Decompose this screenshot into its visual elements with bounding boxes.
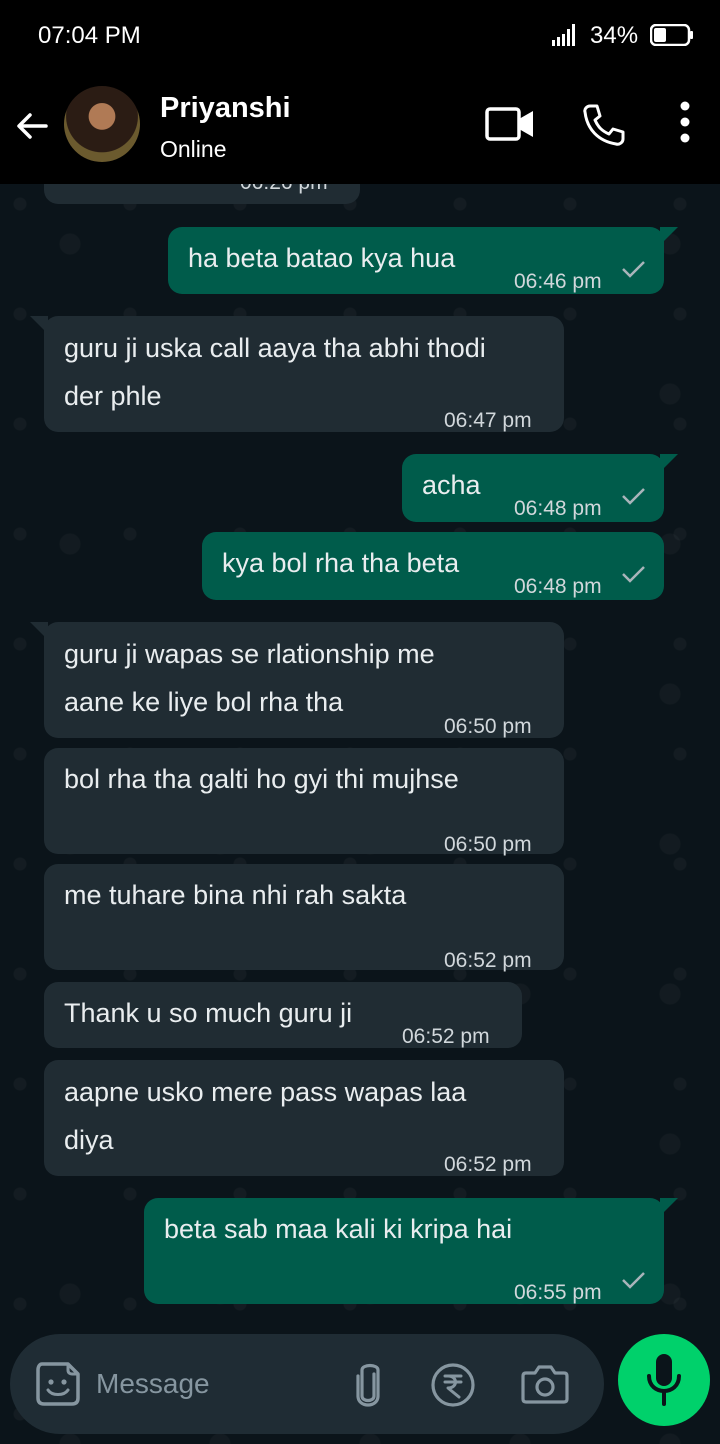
message-time: 06:47 pm <box>444 409 532 432</box>
chat-header: Priyanshi Online <box>0 72 720 184</box>
status-time: 07:04 PM <box>38 22 141 49</box>
sent-tick-icon <box>622 1272 645 1289</box>
message-bubble-incoming[interactable]: Thank u so much guru ji 06:52 pm <box>44 982 522 1048</box>
message-text: me tuhare bina nhi rah sakta <box>64 880 407 910</box>
more-options-icon[interactable] <box>668 98 702 148</box>
camera-icon[interactable] <box>520 1362 570 1406</box>
message-composer <box>10 1334 604 1434</box>
message-bubble-incoming[interactable]: 06:26 pm <box>44 184 360 204</box>
contact-name[interactable]: Priyanshi <box>160 92 291 125</box>
message-bubble-incoming[interactable]: guru ji wapas se rlationship me aane ke … <box>30 622 564 738</box>
sent-tick-icon <box>622 566 645 583</box>
signal-icon <box>552 24 575 46</box>
message-time: 06:52 pm <box>444 1153 532 1176</box>
message-input[interactable] <box>96 1364 336 1404</box>
voice-call-icon[interactable] <box>580 102 626 148</box>
message-bubble-incoming[interactable]: guru ji uska call aaya tha abhi thodi de… <box>30 316 564 432</box>
message-bubble-outgoing[interactable]: ha beta batao kya hua 06:46 pm <box>168 227 678 294</box>
message-text: guru ji uska call aaya tha abhi thodi de… <box>64 333 486 411</box>
message-text: aapne usko mere pass wapas laa diya <box>64 1077 467 1155</box>
message-bubble-outgoing[interactable]: beta sab maa kali ki kripa hai 06:55 pm <box>144 1198 678 1304</box>
message-time: 06:26 pm <box>240 184 328 206</box>
message-text: Thank u so much guru ji <box>64 998 353 1028</box>
message-text: guru ji wapas se rlationship me aane ke … <box>64 639 435 717</box>
voice-record-button[interactable] <box>618 1334 710 1426</box>
video-call-icon[interactable] <box>484 102 536 146</box>
attach-icon[interactable] <box>350 1360 386 1410</box>
sent-tick-icon <box>622 261 645 278</box>
contact-status: Online <box>160 136 227 162</box>
sticker-icon[interactable] <box>34 1360 82 1408</box>
back-arrow-icon[interactable] <box>12 106 52 146</box>
message-text: kya bol rha tha beta <box>222 548 460 578</box>
battery-percent: 34% <box>590 22 639 49</box>
message-time: 06:52 pm <box>402 1025 490 1048</box>
message-time: 06:48 pm <box>514 497 602 520</box>
message-bubble-incoming[interactable]: bol rha tha galti ho gyi thi mujhse 06:5… <box>44 748 564 856</box>
message-bubble-outgoing[interactable]: acha 06:48 pm <box>402 454 678 522</box>
rupee-icon[interactable] <box>430 1362 476 1408</box>
message-time: 06:48 pm <box>514 575 602 598</box>
message-bubble-incoming[interactable]: aapne usko mere pass wapas laa diya 06:5… <box>44 1060 564 1176</box>
avatar[interactable] <box>64 86 140 162</box>
message-bubble-outgoing[interactable]: kya bol rha tha beta 06:48 pm <box>202 532 664 600</box>
message-text: acha <box>422 470 481 500</box>
message-text: bol rha tha galti ho gyi thi mujhse <box>64 764 459 794</box>
message-time: 06:46 pm <box>514 270 602 293</box>
status-bar: 07:04 PM 34% <box>0 0 720 72</box>
message-list[interactable]: 06:26 pm ha beta batao kya hua 06:46 pm … <box>0 184 720 1444</box>
message-text: beta sab maa kali ki kripa hai <box>164 1214 513 1244</box>
message-time: 06:52 pm <box>444 949 532 972</box>
mic-icon <box>647 1354 681 1406</box>
message-bubble-incoming[interactable]: me tuhare bina nhi rah sakta 06:52 pm <box>44 864 564 972</box>
message-time: 06:50 pm <box>444 715 532 738</box>
message-text: ha beta batao kya hua <box>188 243 456 273</box>
sent-tick-icon <box>622 488 645 505</box>
message-time: 06:55 pm <box>514 1281 602 1304</box>
message-time: 06:50 pm <box>444 833 532 856</box>
battery-icon <box>650 24 693 46</box>
